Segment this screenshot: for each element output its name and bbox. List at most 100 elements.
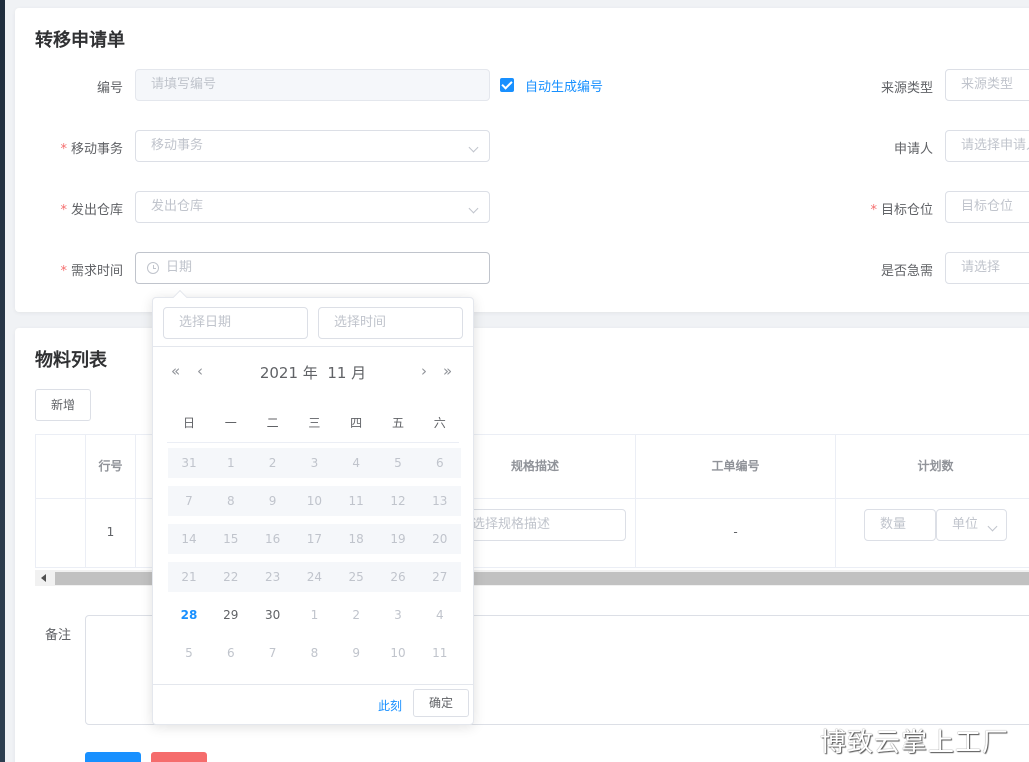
qty-input[interactable]: 数量 <box>864 509 936 541</box>
calendar-day: 12 <box>390 494 406 508</box>
row-qty-cell: 数量 单位 <box>836 499 1029 567</box>
calendar-day: 27 <box>432 570 448 584</box>
auto-code-checkbox[interactable] <box>500 78 514 92</box>
calendar-day: 16 <box>264 532 281 546</box>
calendar-day: 5 <box>394 456 402 470</box>
submit-button[interactable] <box>85 752 141 762</box>
col-work-order: 工单编号 <box>636 435 836 498</box>
calendar-day: 15 <box>223 532 239 546</box>
calendar-day: 5 <box>185 646 193 660</box>
date-picker-popover: 选择日期 选择时间 « ‹ 2021 年 11 月 › » 日一二三四五六 31… <box>152 289 474 725</box>
col-planned-qty: 计划数 <box>836 435 1029 498</box>
year-label[interactable]: 2021 年 <box>260 364 318 382</box>
col-line-no: 行号 <box>86 435 136 498</box>
auto-code-label[interactable]: 自动生成编号 <box>525 76 603 95</box>
calendar-day: 8 <box>226 494 235 508</box>
calendar-day: 22 <box>223 570 239 584</box>
weekday-label: 六 <box>433 416 446 430</box>
code-label: 编号 <box>96 81 123 96</box>
picker-footer: 此刻 确定 <box>153 684 473 724</box>
need-time-label: * 需求时间 <box>60 264 123 279</box>
calendar-day: 9 <box>352 646 360 660</box>
row-select-cell <box>36 499 86 567</box>
target-location-select[interactable]: 目标仓位 <box>945 191 1029 223</box>
calendar-day: 11 <box>432 646 448 660</box>
from-warehouse-select[interactable]: 发出仓库 <box>135 191 490 223</box>
materials-title: 物料列表 <box>35 350 107 371</box>
weekday-label: 日 <box>182 416 195 430</box>
applicant-select[interactable]: 请选择申请人 <box>945 130 1029 162</box>
calendar-day: 6 <box>435 456 444 470</box>
next-year-icon[interactable]: » <box>443 362 452 380</box>
chevron-down-icon <box>987 521 998 532</box>
calendar-day: 4 <box>352 456 360 470</box>
calendar-day: 9 <box>268 494 277 508</box>
clock-icon <box>147 262 159 274</box>
calendar-day: 19 <box>390 532 406 546</box>
calendar-day: 2 <box>268 456 277 470</box>
calendar-day: 7 <box>185 494 193 508</box>
cancel-button[interactable] <box>151 752 207 762</box>
calendar-day: 31 <box>181 456 197 470</box>
calendar-day: 10 <box>390 646 406 660</box>
weekday-label: 一 <box>224 416 237 430</box>
weekday-label: 四 <box>350 416 363 430</box>
urgent-label: 是否急需 <box>880 264 933 279</box>
calendar-day[interactable]: 29 <box>210 600 252 630</box>
weekday-label: 三 <box>308 416 321 430</box>
next-month-icon[interactable]: › <box>421 362 427 380</box>
picker-date-input[interactable]: 选择日期 <box>163 307 308 339</box>
confirm-button[interactable]: 确定 <box>413 689 469 717</box>
calendar-day: 14 <box>181 532 197 546</box>
calendar-day: 7 <box>268 646 277 660</box>
add-row-button[interactable]: 新增 <box>35 389 91 421</box>
calendar-day: 3 <box>394 608 402 622</box>
calendar-day: 1 <box>310 608 319 622</box>
source-type-select[interactable]: 来源类型 <box>945 69 1029 101</box>
page-title: 转移申请单 <box>35 30 125 51</box>
calendar-day: 17 <box>306 532 323 546</box>
remark-label: 备注 <box>45 628 72 643</box>
month-label[interactable]: 11 月 <box>327 364 366 382</box>
from-warehouse-label: * 发出仓库 <box>60 203 123 218</box>
calendar-day: 13 <box>432 494 448 508</box>
calendar-day: 24 <box>306 570 323 584</box>
source-type-label: 来源类型 <box>880 81 933 96</box>
calendar-day: 11 <box>348 494 364 508</box>
calendar-day: 4 <box>435 608 444 622</box>
calendar-day: 6 <box>226 646 235 660</box>
calendar-day: 21 <box>181 570 197 584</box>
now-button[interactable]: 此刻 <box>378 697 402 714</box>
select-column-header <box>36 435 86 498</box>
calendar-day[interactable]: 28 <box>168 600 210 630</box>
sidebar-edge <box>0 0 5 762</box>
calendar-day: 2 <box>352 608 360 622</box>
weekday-label: 五 <box>391 416 404 430</box>
applicant-label: 申请人 <box>893 142 933 157</box>
row-work-order: - <box>636 499 836 567</box>
row-line-no: 1 <box>86 499 136 567</box>
calendar-day: 1 <box>226 456 235 470</box>
need-time-input[interactable]: 日期 <box>135 252 490 284</box>
unit-select[interactable]: 单位 <box>936 509 1007 541</box>
calendar-day: 18 <box>348 532 364 546</box>
move-matter-select[interactable]: 移动事务 <box>135 130 490 162</box>
move-matter-label: * 移动事务 <box>60 142 123 157</box>
calendar-day: 23 <box>264 570 281 584</box>
scroll-left-icon[interactable] <box>41 574 46 582</box>
transfer-form-card: 转移申请单 编号 请填写编号 自动生成编号 来源类型 来源类型 * 移动事务 移动… <box>15 8 1029 312</box>
calendar-day: 20 <box>432 532 448 546</box>
chevron-down-icon <box>468 142 479 153</box>
calendar-day: 3 <box>310 456 319 470</box>
urgent-select[interactable]: 请选择 <box>945 252 1029 284</box>
weekday-label: 二 <box>266 416 279 430</box>
weekday-divider <box>167 442 459 443</box>
spec-select[interactable]: 选择规格描述 <box>456 509 626 541</box>
calendar-day: 26 <box>390 570 406 584</box>
calendar-day[interactable]: 30 <box>252 600 294 630</box>
target-location-label: * 目标仓位 <box>870 203 933 218</box>
calendar-day: 10 <box>306 494 323 508</box>
calendar-day: 25 <box>348 570 364 584</box>
picker-time-input[interactable]: 选择时间 <box>318 307 463 339</box>
code-input[interactable]: 请填写编号 <box>135 69 490 101</box>
